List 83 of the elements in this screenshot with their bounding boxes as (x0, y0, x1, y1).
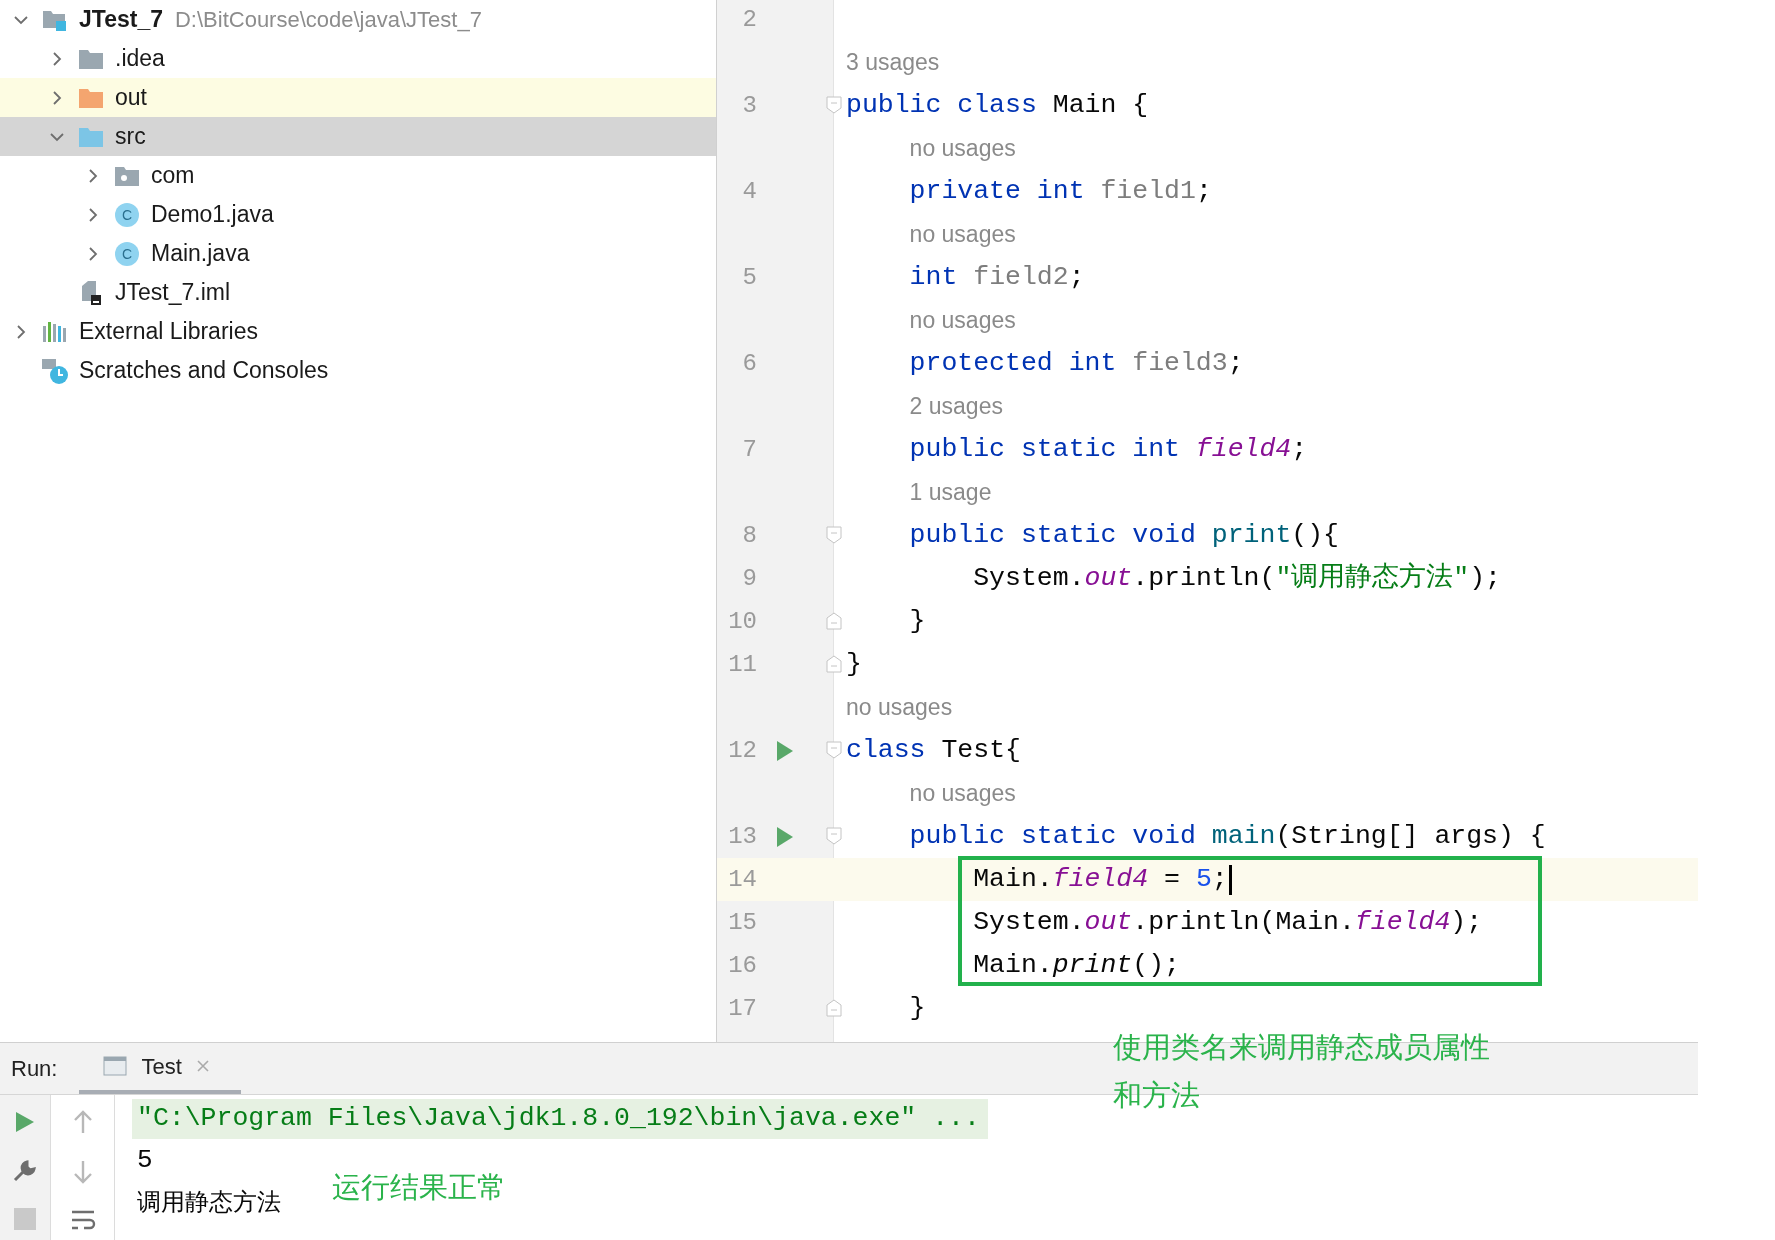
tree-item-label: src (115, 122, 146, 152)
code-line: private int field1; (908, 174, 1212, 208)
class-icon: C (115, 241, 139, 266)
wrench-icon[interactable] (12, 1158, 38, 1184)
line-number: 6 (741, 348, 757, 379)
code-line: System.out.println("调用静态方法"); (972, 561, 1501, 595)
fold-marker-icon[interactable] (826, 827, 842, 845)
annotation-text: 运行结果正常 (332, 1170, 506, 1205)
annotation-text: 使用类名来调用静态成员属性 (1113, 1030, 1490, 1066)
tree-item[interactable]: Scratches and Consoles (0, 351, 716, 390)
run-icon[interactable] (776, 825, 794, 848)
tree-item-label: .idea (115, 44, 165, 74)
line-number: 7 (741, 434, 757, 465)
text-cursor (1228, 864, 1232, 895)
line-number: 10 (727, 606, 757, 637)
console-window-icon (103, 1056, 128, 1076)
tree-item[interactable]: C Main.java (0, 234, 716, 273)
project-path: D:\BitCourse\code\java\JTest_7 (174, 6, 482, 34)
fold-marker-icon[interactable] (826, 612, 842, 630)
code-line: public class Main { (846, 88, 1149, 122)
code-line: Main.print(); (972, 948, 1180, 982)
console-line: 调用静态方法 (136, 1187, 281, 1218)
code-line: } (908, 991, 926, 1025)
run-label: Run: (11, 1055, 58, 1083)
close-icon[interactable] (195, 1059, 210, 1073)
tree-item[interactable]: com (0, 156, 716, 195)
code-line: public static void print(){ (908, 518, 1339, 552)
tree-item-label: Main.java (151, 239, 250, 269)
code-line: } (846, 647, 862, 681)
module-file-icon (80, 279, 102, 306)
scratch-clock-icon (41, 356, 69, 385)
tree-item-label: Scratches and Consoles (79, 356, 329, 386)
tree-item-label: JTest_7 (79, 5, 163, 35)
line-number: 3 (741, 90, 757, 121)
fold-marker-icon[interactable] (826, 96, 842, 114)
line-number: 12 (727, 735, 757, 766)
package-folder-icon (114, 164, 140, 187)
line-number: 13 (727, 821, 757, 852)
arrow-down-icon[interactable] (71, 1159, 94, 1185)
annotation-text: 和方法 (1113, 1078, 1201, 1114)
line-number: 15 (727, 907, 757, 938)
code-line: System.out.println(Main.field4); (972, 905, 1483, 939)
tree-item[interactable]: src (0, 117, 716, 156)
tree-item[interactable]: out (0, 78, 716, 117)
run-tab[interactable]: Test (79, 1042, 242, 1094)
console-line: 5 (136, 1144, 153, 1177)
line-number: 11 (727, 649, 757, 680)
tree-item[interactable]: External Libraries (0, 312, 716, 351)
code-line: int field2; (908, 260, 1085, 294)
code-line: public static void main(String[] args) { (908, 819, 1546, 853)
tree-item-label: Demo1.java (151, 200, 274, 230)
line-number: 5 (741, 262, 757, 293)
fold-marker-icon[interactable] (826, 741, 842, 759)
line-number: 2 (741, 4, 757, 35)
code-line: Main.field4 = 5; (972, 862, 1228, 896)
tree-item-label: com (151, 161, 195, 191)
code-line: public static int field4; (908, 432, 1308, 466)
line-number: 14 (727, 864, 757, 895)
line-number: 4 (741, 176, 757, 207)
tree-item[interactable]: C Demo1.java (0, 195, 716, 234)
line-number: 16 (727, 950, 757, 981)
class-icon: C (115, 202, 139, 227)
folder-icon (78, 47, 104, 70)
fold-marker-icon[interactable] (826, 526, 842, 544)
tree-item[interactable]: .idea (0, 39, 716, 78)
tree-item-label: out (115, 83, 147, 113)
code-line: class Test{ (846, 733, 1021, 767)
run-icon[interactable] (776, 739, 794, 762)
tree-item-label: External Libraries (79, 317, 258, 347)
tree-item[interactable]: JTest_7.iml (0, 273, 716, 312)
code-line: protected int field3; (908, 346, 1244, 380)
folder-icon (78, 125, 104, 148)
line-number: 8 (741, 520, 757, 551)
line-number: 9 (741, 563, 757, 594)
tree-item[interactable]: JTest_7 D:\BitCourse\code\java\JTest_7 (0, 0, 716, 39)
fold-marker-icon[interactable] (826, 999, 842, 1017)
code-line: } (908, 604, 926, 638)
fold-marker-icon[interactable] (826, 655, 842, 673)
run-icon[interactable] (14, 1110, 36, 1134)
tree-item-label: JTest_7.iml (115, 278, 231, 308)
line-number: 17 (727, 993, 757, 1024)
folder-icon (78, 86, 104, 109)
library-icon (42, 319, 68, 344)
